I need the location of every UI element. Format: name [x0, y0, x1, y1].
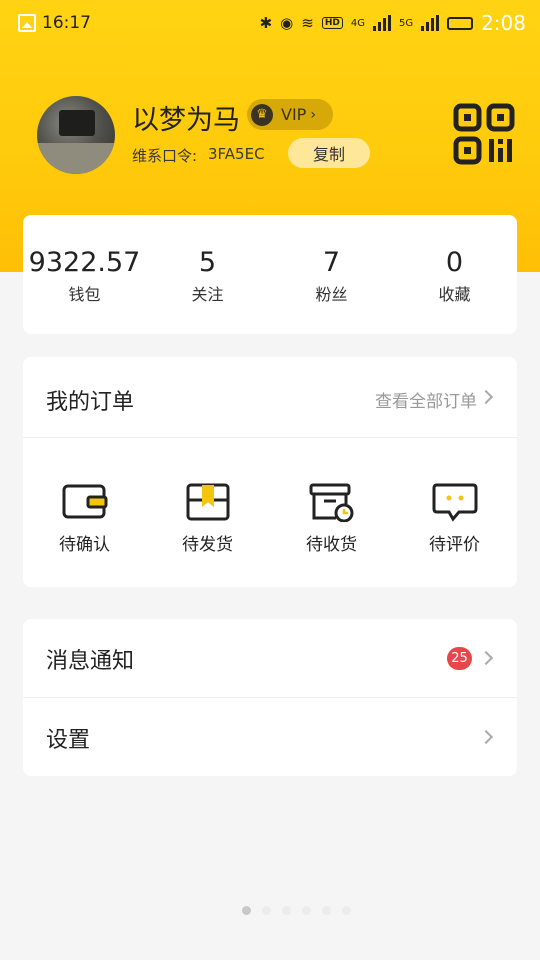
divider [23, 437, 517, 438]
vip-badge[interactable]: ♛ VIP › [247, 99, 333, 130]
status-clock: 2:08 [481, 11, 526, 35]
wallet-icon [62, 484, 107, 519]
stat-followers[interactable]: 7 粉丝 [270, 243, 393, 307]
wifi-icon: ≋ [301, 14, 314, 32]
stats-card: 9322.57 钱包 5 关注 7 粉丝 0 收藏 [23, 215, 517, 334]
order-label: 待评价 [429, 535, 480, 555]
stat-value: 7 [322, 247, 341, 278]
order-label: 待确认 [59, 535, 110, 555]
signal-5g-icon [421, 15, 440, 31]
order-pending-confirm[interactable]: 待确认 [23, 482, 146, 555]
avatar[interactable] [37, 96, 115, 174]
hd-icon: HD [321, 17, 343, 29]
order-label: 待发货 [182, 535, 233, 555]
menu-item-label: 设置 [46, 728, 91, 753]
stat-favorites[interactable]: 0 收藏 [393, 243, 516, 307]
orders-title: 我的订单 [46, 390, 135, 415]
package-icon [186, 483, 229, 521]
stat-label: 粉丝 [315, 285, 348, 304]
order-pending-ship[interactable]: 待发货 [146, 482, 269, 555]
chevron-right-icon: › [310, 106, 316, 123]
vip-label: VIP [281, 105, 307, 124]
invite-code-label: 维系口令: [132, 147, 198, 165]
stat-label: 关注 [191, 285, 224, 304]
crown-icon: ♛ [251, 103, 273, 126]
menu-item-settings[interactable]: 设置 [23, 698, 517, 776]
gallery-notification-icon [18, 14, 36, 32]
stat-following[interactable]: 5 关注 [146, 243, 269, 307]
menu-item-notifications[interactable]: 消息通知 25 [23, 619, 517, 698]
chevron-right-icon [478, 389, 494, 405]
invite-code: 3FA5EC [208, 145, 265, 163]
battery-icon [447, 16, 474, 30]
location-icon: ◉ [280, 14, 294, 32]
bluetooth-icon: ✱ [259, 14, 273, 32]
status-time: 16:17 [42, 13, 91, 33]
stat-value: 9322.57 [28, 247, 141, 278]
box-clock-icon [309, 483, 353, 522]
notification-count-badge: 25 [447, 647, 472, 670]
my-orders-card: 我的订单 查看全部订单 待确认 待发货 待收货 待评价 [23, 357, 517, 587]
username: 以梦为马 [132, 105, 240, 136]
page-indicator [242, 906, 351, 915]
stat-value: 0 [445, 247, 464, 278]
order-pending-receive[interactable]: 待收货 [270, 482, 393, 555]
order-pending-review[interactable]: 待评价 [393, 482, 516, 555]
menu-item-label: 消息通知 [46, 649, 135, 674]
chat-bubble-icon [432, 483, 477, 522]
copy-button[interactable]: 复制 [288, 138, 370, 168]
stat-label: 钱包 [68, 285, 101, 304]
chevron-right-icon [478, 650, 494, 666]
view-all-orders-link[interactable]: 查看全部订单 [375, 387, 477, 412]
stat-label: 收藏 [438, 285, 471, 304]
network-4g-label: 4G [350, 17, 365, 29]
status-bar: 16:17 ✱ ◉ ≋ HD 4G 5G 2:08 [0, 0, 540, 46]
order-label: 待收货 [306, 535, 357, 555]
qr-code-icon[interactable] [453, 103, 515, 165]
chevron-right-icon [478, 729, 494, 745]
signal-4g-icon [372, 15, 391, 31]
stat-wallet[interactable]: 9322.57 钱包 [23, 243, 146, 307]
stat-value: 5 [198, 247, 217, 278]
network-5g-label: 5G [398, 17, 414, 29]
settings-list-card: 消息通知 25 设置 [23, 619, 517, 776]
